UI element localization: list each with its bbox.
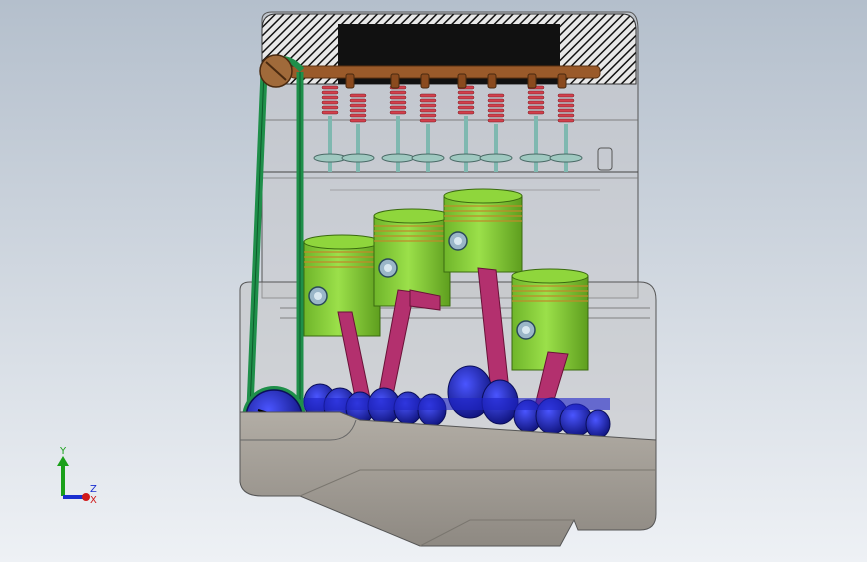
crank-web bbox=[585, 409, 611, 439]
triad-x-label: X bbox=[90, 495, 97, 506]
camshaft bbox=[289, 65, 601, 79]
engine-model[interactable] bbox=[239, 11, 657, 547]
cam-lobe bbox=[457, 73, 467, 89]
cam-lobe bbox=[487, 73, 497, 89]
triad-y-label: Y bbox=[59, 446, 67, 457]
cam-pulley bbox=[259, 54, 293, 88]
cam-lobe bbox=[390, 73, 400, 89]
cam-lobe bbox=[420, 73, 430, 89]
graphics-viewport[interactable]: Y Z X bbox=[0, 0, 867, 562]
piston bbox=[443, 188, 523, 273]
triad-z-axis bbox=[82, 493, 90, 501]
cam-lobe bbox=[527, 73, 537, 89]
cam-lobe bbox=[557, 73, 567, 89]
cam-lobe bbox=[345, 73, 355, 89]
triad-z-label: Z bbox=[90, 484, 97, 495]
